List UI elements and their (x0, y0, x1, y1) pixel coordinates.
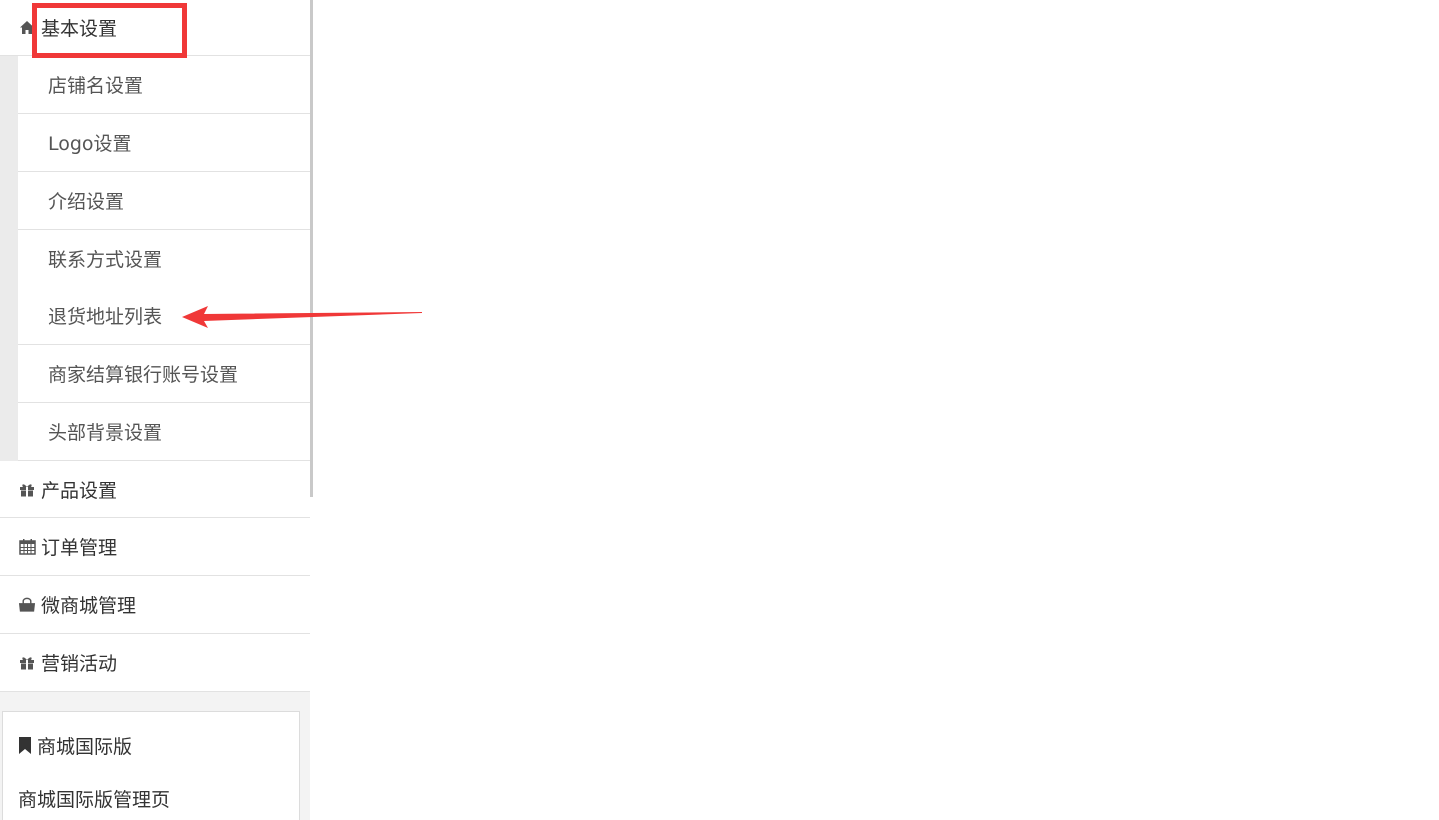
basic-settings-submenu: 店铺名设置 Logo设置 介绍设置 联系方式设置 退货地址列表 商家结算银行账号… (0, 56, 310, 461)
page: 基本设置 店铺名设置 Logo设置 介绍设置 联系方式设置 退货地址列表 商家结… (0, 0, 1439, 820)
menu-product-settings-label: 产品设置 (41, 479, 118, 502)
menu-product-settings[interactable]: 产品设置 (0, 461, 310, 518)
menu-wechat-mall[interactable]: 微商城管理 (0, 576, 310, 634)
submenu-return-address-label: 退货地址列表 (48, 306, 163, 328)
submenu-intro[interactable]: 介绍设置 (18, 172, 310, 230)
menu-order-management-label: 订单管理 (41, 537, 118, 559)
menu-basic-settings[interactable]: 基本设置 (0, 0, 310, 56)
calendar-icon (18, 538, 36, 556)
intl-mall-panel-title-label: 商城国际版 (37, 736, 133, 758)
menu-basic-settings-label: 基本设置 (41, 18, 118, 40)
menu-wechat-mall-label: 微商城管理 (41, 595, 137, 617)
submenu-contact-label: 联系方式设置 (48, 249, 163, 271)
submenu-shop-name-label: 店铺名设置 (48, 75, 144, 97)
home-icon (18, 19, 36, 37)
gift-icon (18, 654, 36, 672)
submenu-header-background[interactable]: 头部背景设置 (18, 403, 310, 461)
sidebar-scrollbar-thumb[interactable] (310, 0, 313, 497)
menu-order-management[interactable]: 订单管理 (0, 518, 310, 576)
submenu-bank-account[interactable]: 商家结算银行账号设置 (18, 345, 310, 403)
submenu-shop-name[interactable]: 店铺名设置 (18, 56, 310, 114)
intl-mall-panel: 商城国际版 商城国际版管理页 (2, 711, 300, 820)
gift-icon (18, 480, 36, 498)
submenu-logo-label: Logo设置 (48, 133, 132, 155)
shopping-bag-icon (18, 596, 36, 614)
menu-marketing-label: 营销活动 (41, 653, 118, 675)
submenu-logo[interactable]: Logo设置 (18, 114, 310, 172)
submenu-contact[interactable]: 联系方式设置 (18, 230, 310, 288)
sidebar: 基本设置 店铺名设置 Logo设置 介绍设置 联系方式设置 退货地址列表 商家结… (0, 0, 313, 820)
intl-mall-admin-link[interactable]: 商城国际版管理页 (18, 785, 170, 812)
submenu-intro-label: 介绍设置 (48, 191, 125, 213)
intl-mall-panel-title: 商城国际版 (18, 732, 132, 759)
annotation-arrow (182, 306, 422, 328)
menu-marketing[interactable]: 营销活动 (0, 634, 310, 692)
submenu-bank-account-label: 商家结算银行账号设置 (48, 364, 239, 386)
submenu-header-background-label: 头部背景设置 (48, 422, 163, 444)
bookmark-icon (18, 737, 32, 754)
